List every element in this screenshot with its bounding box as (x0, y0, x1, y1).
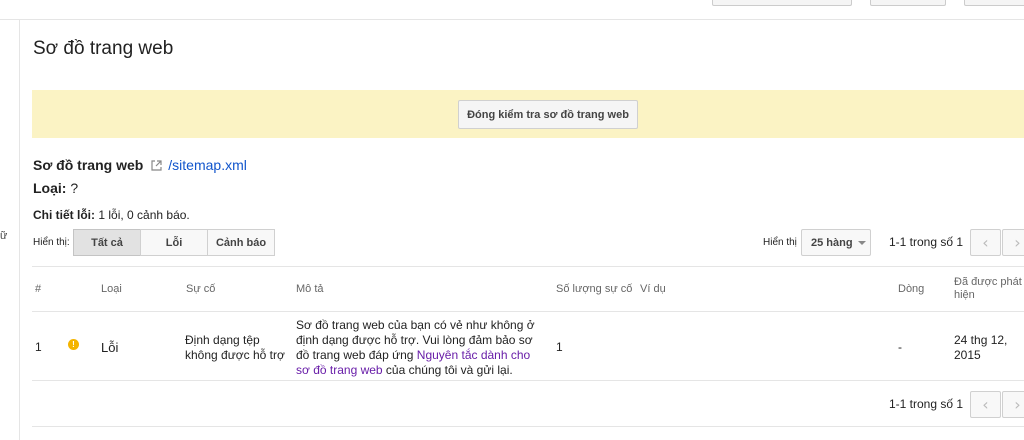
type-info: Loại: ? (33, 180, 78, 196)
chevron-left-icon: ‹ (982, 233, 989, 252)
row-count: 1 (556, 340, 563, 354)
prev-page-button-bottom[interactable]: ‹ (970, 391, 1001, 418)
row-type: Lỗi (101, 340, 119, 355)
chevron-down-icon (857, 240, 866, 245)
next-page-button-top[interactable]: › (1002, 229, 1024, 256)
header-description: Mô tả (296, 283, 324, 295)
chevron-left-icon: ‹ (982, 395, 989, 414)
header-index: # (35, 283, 42, 295)
rows-per-page-select[interactable]: 25 hàng (801, 229, 871, 256)
next-page-button-bottom[interactable]: › (1002, 391, 1024, 418)
chevron-right-icon: › (1014, 395, 1021, 414)
sitemap-info-row: Sơ đồ trang web /sitemap.xml (33, 157, 247, 173)
filter-errors-button[interactable]: Lỗi (140, 229, 208, 256)
warning-icon: ! (68, 339, 79, 350)
header-type: Loại (101, 283, 122, 295)
filter-label: Hiển thị: (33, 237, 70, 248)
table-top-divider (32, 266, 1024, 267)
row-index: 1 (35, 340, 42, 354)
description-text-end: của chúng tôi và gửi lại. (382, 363, 513, 377)
page-title: Sơ đồ trang web (33, 38, 174, 59)
header-example: Ví dụ (640, 283, 666, 295)
row-detected: 24 thg 12, 2015 (954, 333, 1008, 362)
row-issue: Định dạng tệp không được hỗ trợ (185, 333, 285, 362)
row-description: Sơ đồ trang web của bạn có vẻ như không … (296, 318, 542, 378)
left-nav-column: ữ (0, 20, 20, 440)
header-divider (32, 311, 1024, 312)
pagination-text-top: 1-1 trong số 1 (889, 235, 964, 249)
prev-page-button-top[interactable]: ‹ (970, 229, 1001, 256)
pagination-text-bottom: 1-1 trong số 1 (889, 397, 964, 411)
header-detected: Đã được phát hiện (954, 276, 1022, 301)
header-issue-count: Số lượng sự cố (556, 283, 633, 295)
sitemap-label: Sơ đồ trang web (33, 157, 144, 173)
error-detail-value: 1 lỗi, 0 cảnh báo. (98, 208, 190, 222)
filter-warnings-button[interactable]: Cảnh báo (207, 229, 275, 256)
top-toolbar-button-2[interactable] (870, 0, 946, 6)
chevron-right-icon: › (1014, 233, 1021, 252)
filter-all-button[interactable]: Tất cả (73, 229, 141, 256)
left-nav-fragment: ữ (0, 230, 8, 242)
footer-divider (32, 426, 1024, 427)
type-label: Loại: (33, 180, 67, 196)
table-bottom-divider (32, 380, 1024, 381)
error-detail-label: Chi tiết lỗi: (33, 208, 95, 222)
filter-segmented-control: Tất cả Lỗi Cảnh báo (73, 229, 275, 256)
top-bar (0, 0, 1024, 20)
close-sitemap-test-button[interactable]: Đóng kiểm tra sơ đồ trang web (458, 100, 638, 129)
external-link-icon[interactable] (151, 159, 162, 171)
type-value: ? (70, 180, 79, 196)
header-issue: Sự cố (186, 283, 216, 295)
top-toolbar-button-1[interactable] (712, 0, 852, 6)
rows-label: Hiển thị (763, 237, 797, 248)
header-line: Dòng (898, 283, 925, 295)
top-toolbar-button-3[interactable] (964, 0, 1024, 6)
rows-per-page-value: 25 hàng (811, 236, 853, 249)
row-line: - (898, 340, 902, 354)
sitemap-link[interactable]: /sitemap.xml (168, 157, 247, 173)
error-detail: Chi tiết lỗi: 1 lỗi, 0 cảnh báo. (33, 208, 190, 222)
